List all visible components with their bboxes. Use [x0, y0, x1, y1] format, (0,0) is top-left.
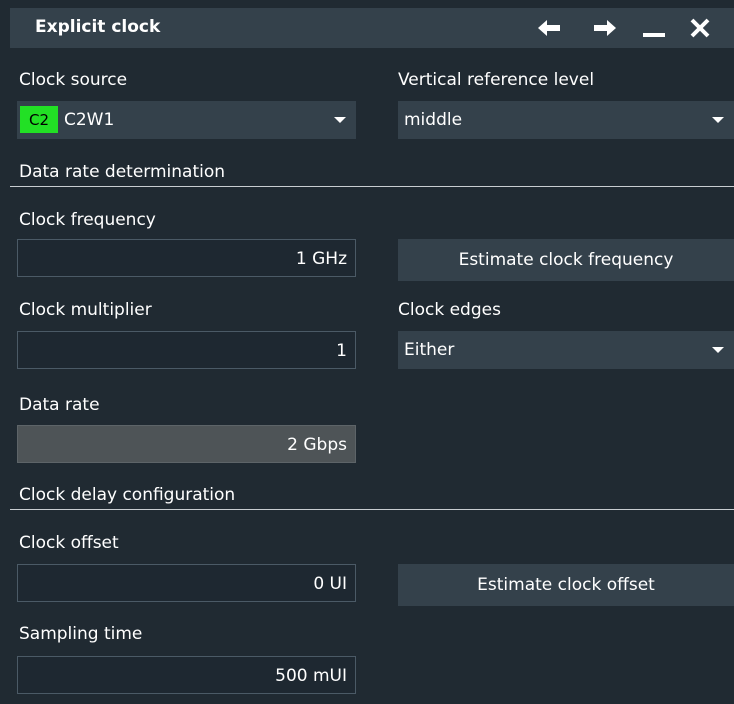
vertical-reference-value: middle [404, 110, 463, 130]
estimate-clock-frequency-button[interactable]: Estimate clock frequency [398, 239, 734, 281]
arrow-right-icon[interactable] [592, 18, 616, 38]
channel-badge: C2 [20, 106, 58, 133]
clock-edges-dropdown[interactable]: Either [398, 331, 734, 369]
data-rate-label: Data rate [19, 395, 100, 415]
clock-source-dropdown[interactable]: C2 C2W1 [17, 101, 356, 139]
clock-source-value: C2W1 [64, 110, 115, 130]
clock-edges-label: Clock edges [398, 300, 501, 320]
clock-frequency-label: Clock frequency [19, 210, 156, 230]
clock-edges-value: Either [404, 340, 455, 360]
sampling-time-label: Sampling time [19, 624, 143, 644]
chevron-down-icon [712, 117, 724, 123]
sampling-time-value: 500 mUI [275, 666, 347, 686]
close-icon[interactable] [688, 18, 712, 38]
sampling-time-input[interactable]: 500 mUI [17, 656, 356, 694]
window-title: Explicit clock [35, 17, 161, 37]
clock-multiplier-label: Clock multiplier [19, 300, 152, 320]
clock-offset-input[interactable]: 0 UI [17, 564, 356, 602]
clock-offset-label: Clock offset [19, 533, 119, 553]
section-divider [10, 509, 734, 510]
arrow-left-icon[interactable] [538, 18, 562, 38]
clock-frequency-value: 1 GHz [295, 249, 347, 269]
delay-section-title: Clock delay configuration [19, 485, 236, 505]
chevron-down-icon [712, 347, 724, 353]
clock-multiplier-value: 1 [336, 341, 347, 361]
clock-source-label: Clock source [19, 70, 128, 90]
clock-frequency-input[interactable]: 1 GHz [17, 239, 356, 277]
vertical-reference-label: Vertical reference level [398, 70, 595, 90]
data-rate-readout: 2 Gbps [17, 425, 356, 463]
estimate-clock-offset-button[interactable]: Estimate clock offset [398, 564, 734, 606]
minimize-icon[interactable] [642, 18, 666, 38]
chevron-down-icon [334, 117, 346, 123]
clock-offset-value: 0 UI [313, 574, 347, 594]
section-divider [10, 186, 734, 187]
data-rate-value: 2 Gbps [287, 435, 347, 455]
title-bar: Explicit clock [10, 8, 734, 48]
vertical-reference-dropdown[interactable]: middle [398, 101, 734, 139]
data-rate-section-title: Data rate determination [19, 162, 226, 182]
clock-multiplier-input[interactable]: 1 [17, 331, 356, 369]
